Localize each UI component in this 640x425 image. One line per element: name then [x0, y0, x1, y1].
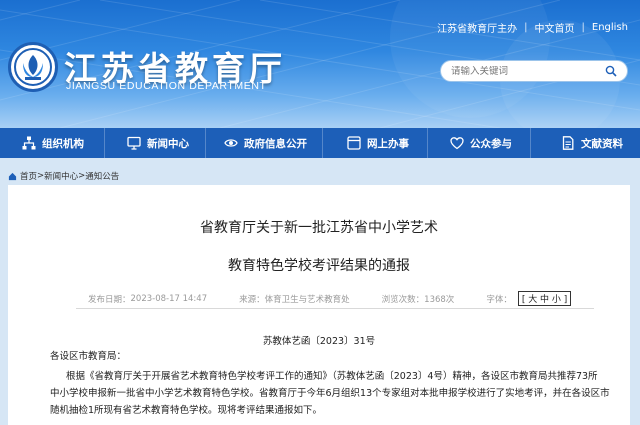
nav-label: 文献资料 — [581, 137, 623, 150]
article-meta: 发布日期： 2023-08-17 14:47 来源： 体育卫生与艺术教育处 浏览… — [76, 291, 594, 306]
breadcrumb-news-center[interactable]: 新闻中心 — [44, 170, 78, 182]
nav-label: 政府信息公开 — [244, 137, 307, 150]
breadcrumb-home[interactable]: 首页 — [20, 170, 37, 182]
body-line-2: 中小学校申报新一批省中小学艺术教育特色学校。省教育厅于今年6月组织13个专家组对… — [50, 388, 610, 399]
breadcrumb: 首页 > 新闻中心 > 通知公告 — [8, 170, 119, 182]
meta-date-label: 发布日期： — [88, 294, 131, 305]
top-link-separator: | — [524, 22, 528, 33]
nav-item-organization[interactable]: 组织机构 — [0, 128, 104, 158]
breadcrumb-separator: > — [37, 171, 45, 181]
top-link-separator: | — [581, 22, 585, 33]
nav-item-gov-info[interactable]: 政府信息公开 — [206, 128, 322, 158]
nav-label: 新闻中心 — [147, 137, 189, 150]
article-panel: 省教育厅关于新一批江苏省中小学艺术 教育特色学校考评结果的通报 发布日期： 20… — [8, 185, 630, 425]
document-number: 苏教体艺函〔2023〕31号 — [262, 336, 376, 347]
document-icon — [562, 136, 574, 150]
nav-label: 组织机构 — [42, 137, 84, 150]
article-title-line-2: 教育特色学校考评结果的通报 — [228, 258, 410, 274]
article-title-line-1: 省教育厅关于新一批江苏省中小学艺术 — [200, 220, 438, 236]
main-nav: 组织机构 新闻中心 政府信息公开 网上办事 公众参与 文献资料 — [0, 128, 640, 158]
meta-divider — [76, 308, 594, 309]
logo-emblem-icon — [14, 48, 52, 86]
meta-views-label: 浏览次数： — [381, 294, 425, 305]
department-logo[interactable] — [8, 42, 58, 92]
nav-label: 公众参与 — [470, 137, 512, 150]
top-link-sponsor: 江苏省教育厅主办 — [437, 24, 518, 35]
body-line-1: 根据《省教育厅关于开展省艺术教育特色学校考评工作的通知》（苏教体艺函〔2023〕… — [66, 371, 598, 382]
nav-item-online-services[interactable]: 网上办事 — [323, 128, 427, 158]
font-size-switcher[interactable]: [ 大 中 小 ] — [517, 291, 572, 306]
top-link-english[interactable]: English — [592, 22, 628, 33]
top-link-chinese-home[interactable]: 中文首页 — [535, 20, 575, 35]
breadcrumb-notices[interactable]: 通知公告 — [85, 170, 119, 182]
search-icon[interactable] — [605, 65, 617, 77]
monitor-icon — [127, 136, 141, 150]
top-links: 江苏省教育厅主办 | 中文首页 | English — [437, 20, 628, 35]
home-icon — [8, 172, 17, 180]
eye-icon — [224, 139, 238, 147]
salutation: 各设区市教育局： — [50, 351, 127, 362]
meta-date: 2023-08-17 14:47 — [130, 293, 208, 304]
org-chart-icon — [22, 136, 36, 150]
screen-icon — [347, 136, 361, 150]
breadcrumb-separator: > — [78, 171, 86, 181]
nav-item-public-participation[interactable]: 公众参与 — [428, 128, 530, 158]
nav-label: 网上办事 — [367, 137, 409, 150]
body-line-3: 随机抽检1所现有省艺术教育特色学校。现将考评结果通报如下。 — [50, 405, 323, 416]
search-box — [440, 60, 628, 82]
site-subtitle: JIANGSU EDUCATION DEPARTMENT — [66, 80, 267, 92]
search-input[interactable] — [451, 65, 601, 77]
meta-source-label: 来源： — [239, 294, 265, 305]
meta-source: 体育卫生与艺术教育处 — [264, 294, 350, 305]
heart-icon — [450, 137, 464, 150]
nav-item-news[interactable]: 新闻中心 — [105, 128, 205, 158]
nav-item-documents[interactable]: 文献资料 — [531, 128, 640, 158]
meta-fontsize-label: 字体： — [486, 294, 512, 305]
site-header: 江苏省教育厅 JIANGSU EDUCATION DEPARTMENT 江苏省教… — [0, 0, 640, 128]
meta-views: 1368次 — [424, 294, 455, 305]
